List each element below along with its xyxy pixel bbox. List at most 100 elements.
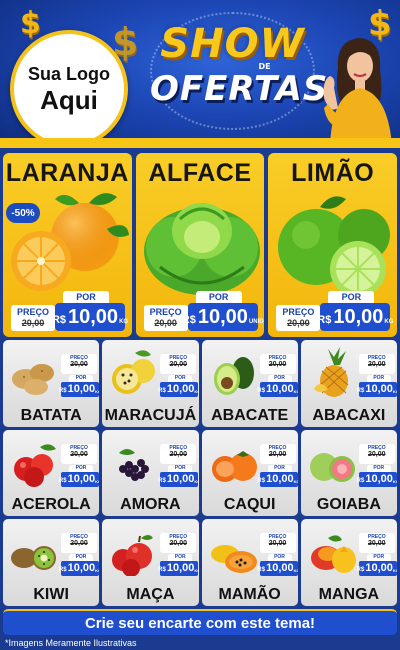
title-ofertas: OFERTAS bbox=[150, 69, 329, 109]
product-name: ABACAXI bbox=[312, 406, 386, 424]
price-tag: PREÇO20,00PORR$10,00KG bbox=[58, 354, 99, 400]
new-price: 10,00 bbox=[333, 306, 384, 328]
price-tag: POR PREÇO 20,00 R$ 10,00 KG bbox=[11, 291, 128, 333]
product-card[interactable]: PREÇO20,00PORR$10,00KGABACAXI bbox=[300, 340, 397, 427]
product-card[interactable]: PREÇO20,00PORR$10,00KGMANGA bbox=[300, 519, 397, 606]
por-label: POR bbox=[168, 464, 193, 472]
product-card[interactable]: PREÇO20,00PORR$10,00KGACEROLA bbox=[3, 429, 100, 517]
unit: KG bbox=[194, 568, 198, 574]
featured-card-laranja[interactable]: LARANJA -50% POR PREÇO 20,00 R$ 10,00 KG bbox=[3, 153, 132, 337]
product-name: ALFACE bbox=[148, 159, 252, 187]
por-label: POR bbox=[168, 554, 193, 562]
new-price-box: R$10,00KG bbox=[58, 382, 99, 397]
currency: R$ bbox=[58, 388, 67, 394]
currency: R$ bbox=[356, 477, 365, 484]
por-label: POR bbox=[69, 554, 93, 562]
price-tag: PREÇO20,00PORR$10,00KG bbox=[58, 443, 99, 490]
product-name: LIMÃO bbox=[291, 159, 375, 187]
por-label: POR bbox=[69, 375, 93, 382]
price-tag: PREÇO20,00PORR$10,00KG bbox=[158, 443, 199, 490]
featured-card-alface[interactable]: ALFACE POR PREÇO 20,00 R$ 10,00 UNID bbox=[135, 153, 265, 337]
product-card[interactable]: PREÇO20,00PORR$10,00KGAMORA bbox=[102, 429, 199, 517]
new-price-box: R$10,00KG bbox=[356, 471, 397, 487]
currency: R$ bbox=[317, 314, 332, 326]
header-banner: $ $ $ Sua Logo Aqui SHOW DE OFERTAS bbox=[0, 0, 400, 148]
currency: R$ bbox=[58, 477, 67, 484]
por-label: POR bbox=[195, 291, 242, 303]
price-tag: PREÇO20,00PORR$10,00KG bbox=[257, 354, 298, 400]
por-label: POR bbox=[366, 375, 391, 382]
new-price: 10,00 bbox=[166, 383, 195, 395]
product-name: KIWI bbox=[33, 585, 69, 603]
new-price-box: R$10,00KG bbox=[59, 561, 99, 577]
product-card[interactable]: PREÇO20,00PORR$10,00KGMAÇA bbox=[102, 519, 199, 606]
product-name: LARANJA bbox=[5, 159, 129, 187]
unit: KG bbox=[392, 478, 397, 484]
title-show: SHOW bbox=[160, 21, 305, 67]
store-logo-placeholder: Sua Logo Aqui bbox=[10, 30, 128, 148]
new-price: 10,00 bbox=[365, 472, 393, 485]
por-label: POR bbox=[267, 464, 292, 472]
product-name: ABACATE bbox=[211, 406, 289, 424]
new-price: 10,00 bbox=[266, 472, 294, 485]
product-name: CAQUI bbox=[223, 496, 276, 514]
product-card[interactable]: PREÇO20,00PORR$10,00KG BATATA bbox=[3, 340, 100, 427]
por-label: POR bbox=[69, 464, 93, 472]
price-tag: POR PREÇO 20,00 R$ 10,00 UNID bbox=[143, 291, 264, 333]
currency: R$ bbox=[158, 388, 166, 394]
currency: R$ bbox=[257, 477, 266, 484]
old-price: 20,00 bbox=[268, 450, 287, 458]
new-price: 10,00 bbox=[67, 562, 96, 575]
new-price-box: R$10,00KG bbox=[158, 471, 199, 487]
unit: KG bbox=[194, 389, 198, 394]
por-label: POR bbox=[63, 291, 109, 303]
create-flyer-button[interactable]: Crie seu encarte com este tema! bbox=[3, 609, 397, 635]
product-card[interactable]: PREÇO20,00PORR$10,00KGMARACUJÁ bbox=[102, 340, 199, 427]
new-price-box: R$ 10,00 KG bbox=[51, 303, 128, 331]
old-price: 20,00 bbox=[169, 450, 188, 458]
new-price: 10,00 bbox=[266, 383, 294, 395]
product-card[interactable]: PREÇO20,00PORR$10,00KG KIWI bbox=[3, 519, 100, 606]
guava-icon bbox=[309, 452, 355, 482]
new-price-box: R$10,00KG bbox=[357, 561, 397, 577]
currency: R$ bbox=[257, 388, 266, 394]
pineapple-icon bbox=[313, 347, 349, 397]
new-price-box: R$ 10,00 KG bbox=[317, 303, 393, 331]
price-tag: PREÇO20,00PORR$10,00KG bbox=[257, 443, 298, 490]
kiwi-icon bbox=[11, 546, 56, 571]
new-price-box: R$10,00KG bbox=[58, 471, 99, 487]
old-price: 20,00 bbox=[70, 450, 88, 458]
por-label: POR bbox=[328, 291, 375, 303]
passion-fruit-icon bbox=[112, 350, 156, 394]
por-label: POR bbox=[366, 554, 391, 562]
price-tag: PREÇO20,00PORR$10,00KG bbox=[357, 533, 397, 579]
new-price: 10,00 bbox=[166, 472, 195, 485]
new-price: 10,00 bbox=[68, 306, 119, 328]
persimmon-icon bbox=[211, 450, 257, 482]
product-name: GOIABA bbox=[316, 496, 381, 514]
currency: R$ bbox=[356, 388, 365, 394]
featured-products: LARANJA -50% POR PREÇO 20,00 R$ 10,00 KG… bbox=[3, 153, 398, 337]
new-price: 10,00 bbox=[266, 562, 294, 575]
featured-card-limao[interactable]: LIMÃO POR PREÇO 20,00 R$ 10,00 KG bbox=[268, 153, 398, 337]
new-price: 10,00 bbox=[365, 383, 393, 395]
currency: R$ bbox=[257, 567, 266, 574]
product-name: BATATA bbox=[20, 406, 82, 424]
product-card[interactable]: PREÇO20,00PORR$10,00KGCAQUI bbox=[201, 429, 298, 517]
unit: KG bbox=[293, 478, 298, 484]
unit: KG bbox=[95, 389, 99, 394]
price-tag: PREÇO20,00PORR$10,00KG bbox=[158, 354, 199, 400]
unit: UNID bbox=[248, 319, 264, 325]
new-price: 10,00 bbox=[67, 472, 96, 485]
woman-illustration bbox=[323, 38, 392, 146]
price-tag: POR PREÇO 20,00 R$ 10,00 KG bbox=[276, 291, 393, 333]
product-card[interactable]: PREÇO20,00PORR$10,00KGGOIABA bbox=[300, 429, 397, 517]
por-label: POR bbox=[168, 375, 193, 382]
product-card[interactable]: PREÇO20,00PORR$10,00KG ABACATE bbox=[201, 340, 298, 427]
price-tag: PREÇO20,00PORR$10,00KG bbox=[59, 533, 99, 579]
old-price: 20,00 bbox=[268, 540, 287, 548]
currency: R$ bbox=[51, 314, 66, 326]
new-price-box: R$10,00KG bbox=[158, 382, 199, 397]
product-card[interactable]: PREÇO20,00PORR$10,00KGMAMÃO bbox=[201, 519, 298, 606]
por-label: POR bbox=[366, 464, 391, 472]
